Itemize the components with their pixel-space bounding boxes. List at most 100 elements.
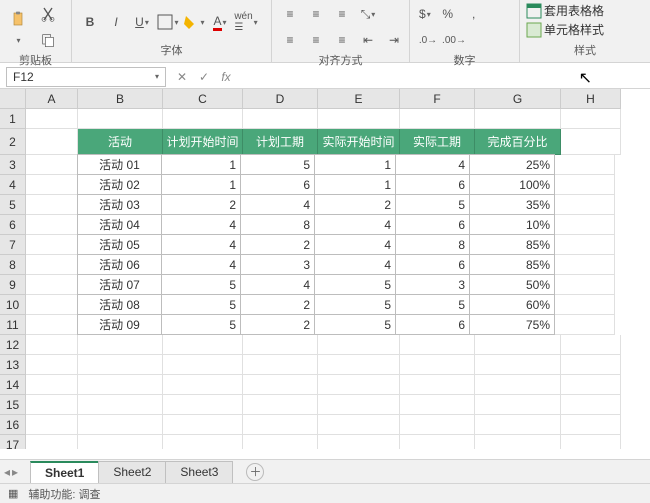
cell-E15[interactable] [318,395,400,415]
cell-A14[interactable] [26,375,78,395]
cell-E14[interactable] [318,375,400,395]
decrease-decimal-button[interactable]: .00→ [442,28,466,52]
cell-B15[interactable] [78,395,163,415]
cell-A13[interactable] [26,355,78,375]
cell-H2[interactable] [561,129,621,155]
cell-D4[interactable]: 6 [240,174,315,195]
cell-A10[interactable] [26,295,78,315]
sheet-tab-sheet3[interactable]: Sheet3 [165,461,233,483]
cell-A1[interactable] [26,109,78,129]
sheet-tab-sheet1[interactable]: Sheet1 [30,461,99,483]
cell-H1[interactable] [561,109,621,129]
cell-C10[interactable]: 5 [161,294,241,315]
cell-G3[interactable]: 25% [469,154,555,175]
cell-E13[interactable] [318,355,400,375]
cell-H13[interactable] [561,355,621,375]
column-header-A[interactable]: A [26,89,78,109]
cell-B6[interactable]: 活动 04 [77,214,162,235]
cell-A16[interactable] [26,415,78,435]
cell-C17[interactable] [163,435,243,449]
sheet-tab-sheet2[interactable]: Sheet2 [98,461,166,483]
cell-C12[interactable] [163,335,243,355]
cut-button[interactable] [36,2,60,26]
cell-B9[interactable]: 活动 07 [77,274,162,295]
cell-G10[interactable]: 60% [469,294,555,315]
cell-F17[interactable] [400,435,475,449]
row-header-5[interactable]: 5 [0,195,26,215]
cell-E7[interactable]: 4 [314,234,396,255]
cell-C11[interactable]: 5 [161,314,241,335]
row-header-8[interactable]: 8 [0,255,26,275]
row-header-2[interactable]: 2 [0,129,26,155]
cell-D5[interactable]: 4 [240,194,315,215]
cell-C6[interactable]: 4 [161,214,241,235]
add-sheet-button[interactable]: ＋ [246,463,264,481]
cell-A15[interactable] [26,395,78,415]
cell-H11[interactable] [555,315,615,335]
cell-D7[interactable]: 2 [240,234,315,255]
cell-C13[interactable] [163,355,243,375]
cell-B12[interactable] [78,335,163,355]
cell-D10[interactable]: 2 [240,294,315,315]
paste-button[interactable] [6,7,30,31]
cell-F4[interactable]: 6 [395,174,470,195]
indent-dec-button[interactable]: ⇤ [356,28,380,52]
cell-G4[interactable]: 100% [469,174,555,195]
cell-D2[interactable]: 计划工期 [243,129,318,155]
cell-B8[interactable]: 活动 06 [77,254,162,275]
cell-D14[interactable] [243,375,318,395]
cell-G5[interactable]: 35% [469,194,555,215]
cell-G8[interactable]: 85% [469,254,555,275]
cell-F12[interactable] [400,335,475,355]
cell-E12[interactable] [318,335,400,355]
cancel-formula-icon[interactable]: ✕ [174,70,190,84]
row-header-16[interactable]: 16 [0,415,26,435]
cell-G13[interactable] [475,355,561,375]
cell-H3[interactable] [555,155,615,175]
row-header-1[interactable]: 1 [0,109,26,129]
enter-formula-icon[interactable]: ✓ [196,70,212,84]
cell-D9[interactable]: 4 [240,274,315,295]
cell-B4[interactable]: 活动 02 [77,174,162,195]
cell-D17[interactable] [243,435,318,449]
cell-H5[interactable] [555,195,615,215]
cell-F14[interactable] [400,375,475,395]
cell-D8[interactable]: 3 [240,254,315,275]
cell-A8[interactable] [26,255,78,275]
cell-C1[interactable] [163,109,243,129]
cell-H9[interactable] [555,275,615,295]
cell-G12[interactable] [475,335,561,355]
cell-H17[interactable] [561,435,621,449]
cell-E16[interactable] [318,415,400,435]
bold-button[interactable]: B [78,10,102,34]
cell-A4[interactable] [26,175,78,195]
cell-A2[interactable] [26,129,78,155]
cell-A17[interactable] [26,435,78,449]
cell-G14[interactable] [475,375,561,395]
align-right-button[interactable]: ≡ [330,28,354,52]
cell-B5[interactable]: 活动 03 [77,194,162,215]
cell-E11[interactable]: 5 [314,314,396,335]
cell-C2[interactable]: 计划开始时间 [163,129,243,155]
cell-A11[interactable] [26,315,78,335]
cell-H12[interactable] [561,335,621,355]
row-header-9[interactable]: 9 [0,275,26,295]
row-header-14[interactable]: 14 [0,375,26,395]
cell-E6[interactable]: 4 [314,214,396,235]
border-button[interactable]: ▾ [156,10,180,34]
cell-B13[interactable] [78,355,163,375]
fx-icon[interactable]: fx [218,70,234,84]
cell-G17[interactable] [475,435,561,449]
cell-F13[interactable] [400,355,475,375]
cell-A7[interactable] [26,235,78,255]
cell-H10[interactable] [555,295,615,315]
cell-B11[interactable]: 活动 09 [77,314,162,335]
cell-B7[interactable]: 活动 05 [77,234,162,255]
cell-styles-button[interactable]: 单元格样式 [526,21,604,38]
cell-F11[interactable]: 6 [395,314,470,335]
orientation-button[interactable]: ⤡▾ [356,2,380,26]
column-header-G[interactable]: G [475,89,561,109]
cell-B1[interactable] [78,109,163,129]
row-header-4[interactable]: 4 [0,175,26,195]
cell-G1[interactable] [475,109,561,129]
